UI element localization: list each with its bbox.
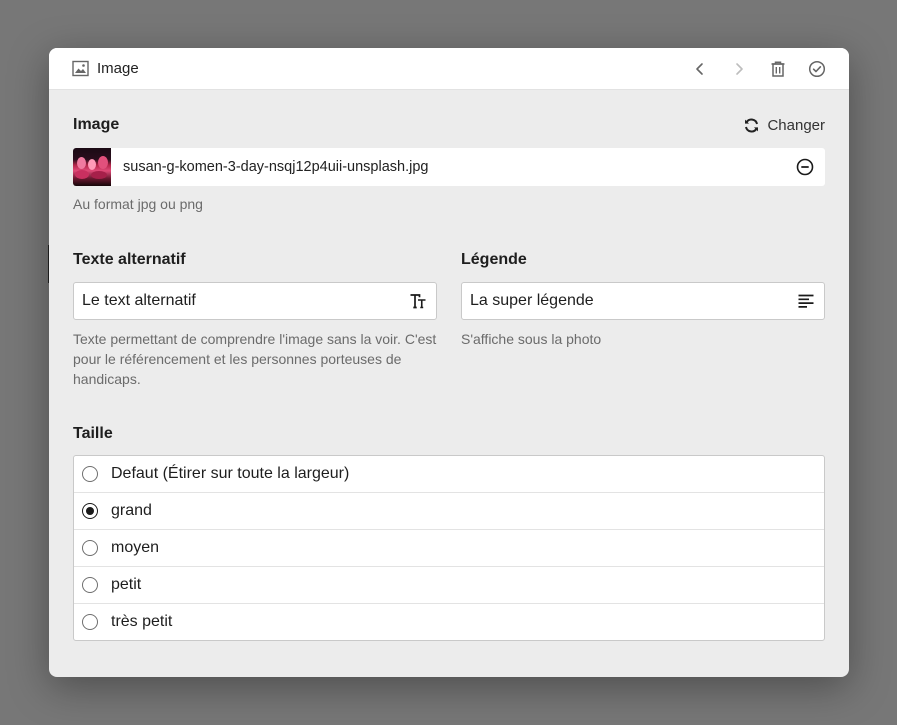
size-option-label: très petit: [111, 613, 173, 630]
caption-input[interactable]: La super légende: [461, 282, 825, 320]
image-icon: [72, 60, 89, 77]
size-option-large[interactable]: grand: [74, 492, 824, 529]
alt-text-label: Texte alternatif: [73, 251, 186, 268]
change-image-label: Changer: [767, 116, 825, 134]
size-option-label: petit: [111, 576, 142, 593]
alt-text-value[interactable]: Le text alternatif: [82, 292, 409, 310]
size-option-label: moyen: [111, 539, 160, 556]
chevron-left-icon[interactable]: [690, 59, 710, 79]
check-circle-icon[interactable]: [807, 59, 827, 79]
dialog-title: Image: [97, 60, 139, 77]
chevron-right-icon[interactable]: [729, 59, 749, 79]
trash-icon[interactable]: [768, 59, 788, 79]
caption-label: Légende: [461, 251, 527, 268]
image-dialog: Image Image Changer susan-g-komen-3-day-…: [49, 48, 849, 677]
size-option-label: grand: [111, 502, 152, 519]
refresh-icon: [743, 117, 760, 134]
image-help-text: Au format jpg ou png: [73, 196, 203, 212]
change-image-button[interactable]: Changer: [743, 117, 825, 134]
size-radio-group: Defaut (Étirer sur toute la largeur) gra…: [73, 455, 825, 641]
minus-circle-icon[interactable]: [795, 157, 815, 177]
size-option-default[interactable]: Defaut (Étirer sur toute la largeur): [74, 456, 824, 492]
size-label: Taille: [73, 425, 113, 442]
text-size-icon[interactable]: [409, 292, 427, 310]
align-left-icon[interactable]: [797, 292, 815, 310]
radio-button[interactable]: [82, 540, 98, 556]
size-option-medium[interactable]: moyen: [74, 529, 824, 566]
caption-help: S'affiche sous la photo: [461, 331, 602, 347]
size-option-small[interactable]: petit: [74, 566, 824, 603]
image-section-label: Image: [73, 116, 120, 133]
size-option-label: Defaut (Étirer sur toute la largeur): [111, 465, 350, 482]
image-file-box: susan-g-komen-3-day-nsqj12p4uii-unsplash…: [73, 148, 825, 186]
alt-text-input[interactable]: Le text alternatif: [73, 282, 437, 320]
caption-value[interactable]: La super légende: [470, 292, 797, 310]
alt-text-help: Texte permettant de comprendre l'image s…: [73, 331, 437, 387]
radio-button[interactable]: [82, 614, 98, 630]
image-file-name: susan-g-komen-3-day-nsqj12p4uii-unsplash…: [123, 159, 429, 175]
radio-button[interactable]: [82, 466, 98, 482]
radio-button[interactable]: [82, 577, 98, 593]
size-option-very-small[interactable]: très petit: [74, 603, 824, 640]
dialog-header: Image: [49, 48, 849, 90]
image-thumbnail: [73, 148, 111, 186]
radio-button-checked[interactable]: [82, 503, 98, 519]
